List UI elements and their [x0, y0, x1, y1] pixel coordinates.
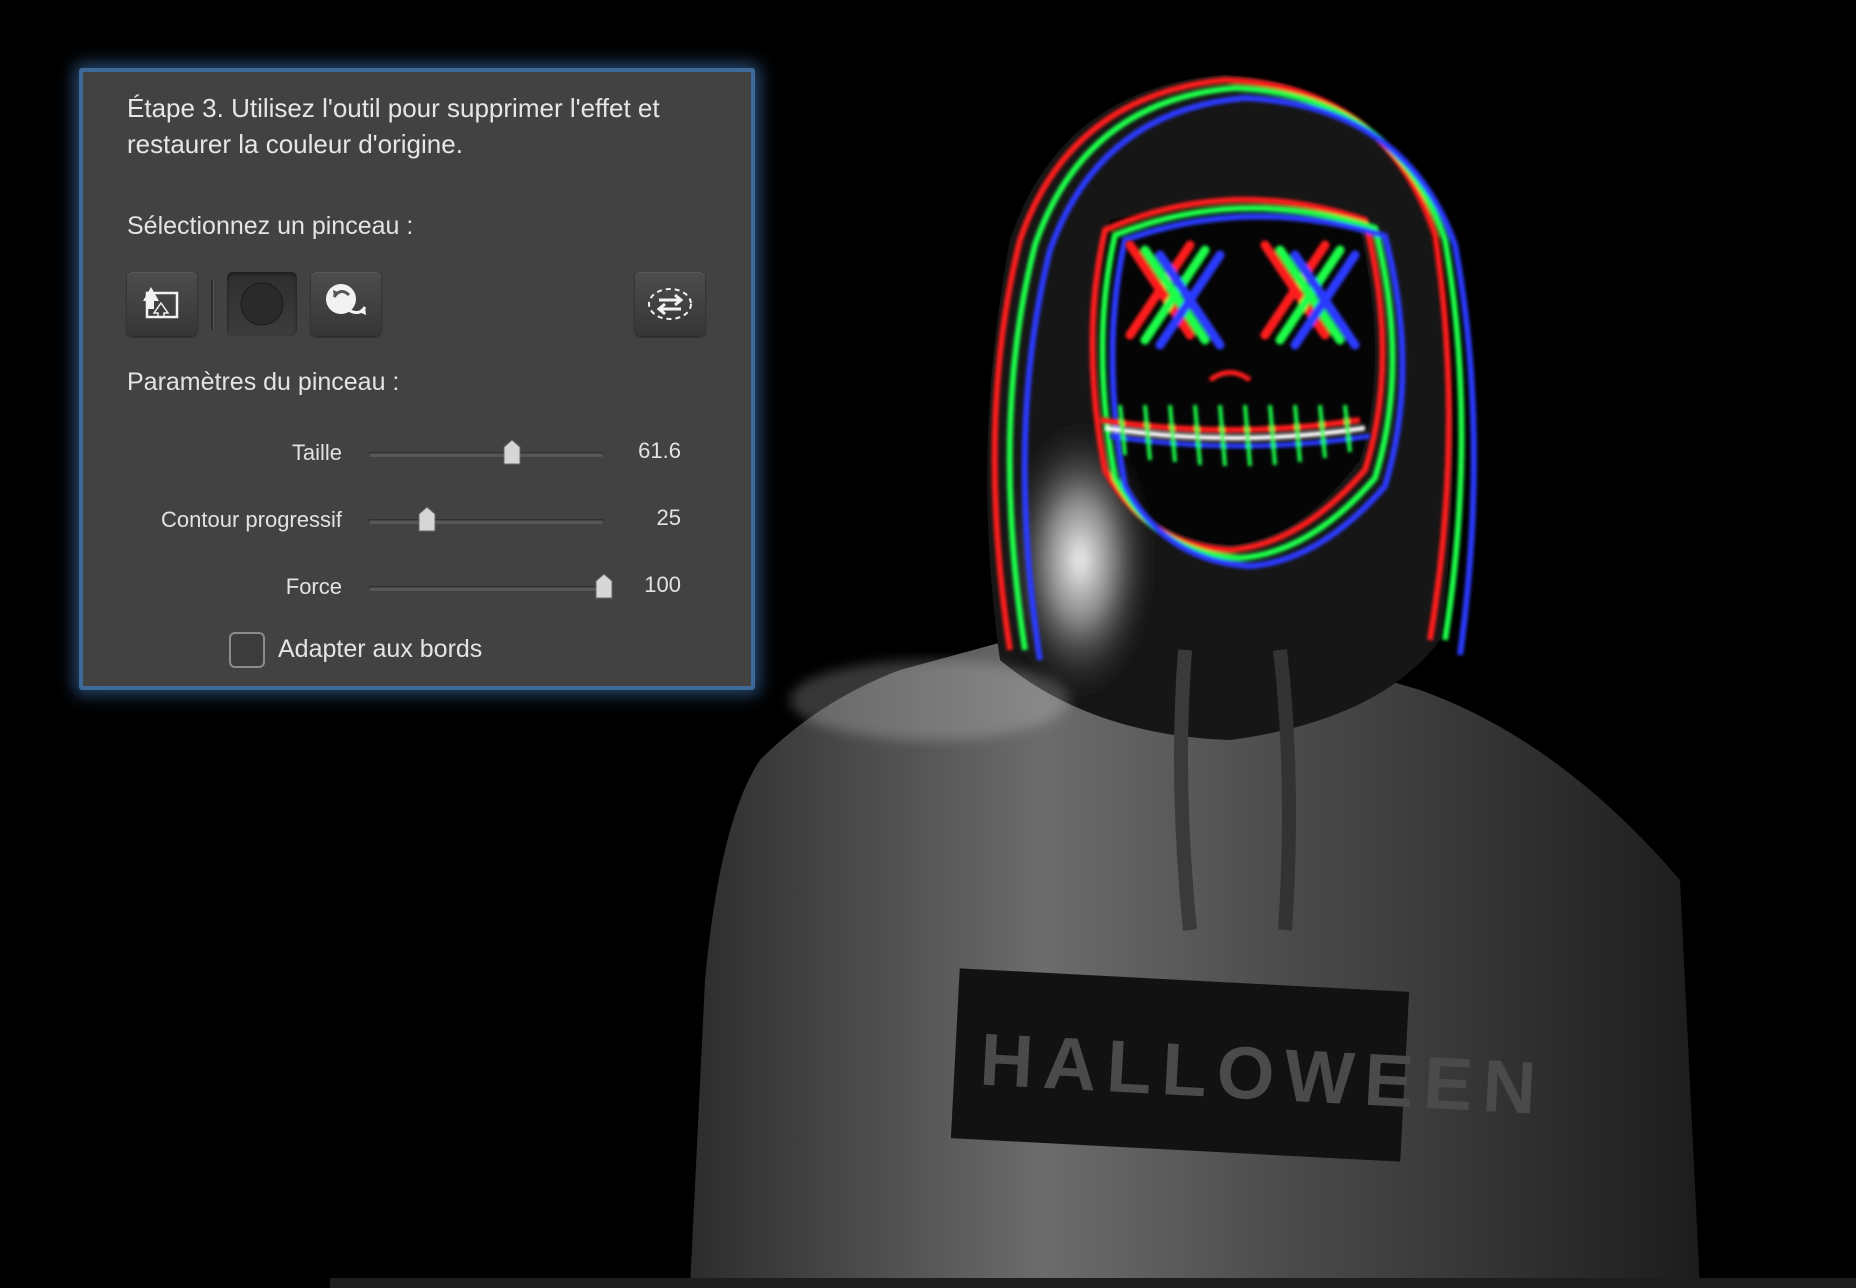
feather-slider-row: Contour progressif 25	[83, 501, 759, 541]
strength-slider[interactable]	[368, 573, 613, 599]
round-brush-button[interactable]	[227, 272, 297, 336]
strength-slider-row: Force 100	[83, 568, 759, 608]
feather-value: 25	[656, 505, 681, 530]
brush-tool-panel: Étape 3. Utilisez l'outil pour supprimer…	[79, 68, 755, 690]
size-label: Taille	[291, 440, 342, 465]
auto-brush-button[interactable]	[127, 272, 197, 336]
brush-toolbar	[127, 272, 707, 336]
restore-brush-icon	[326, 284, 367, 315]
size-value: 61.6	[638, 438, 681, 463]
brush-params-heading: Paramètres du pinceau :	[127, 368, 400, 396]
invert-selection-button[interactable]	[635, 272, 705, 336]
size-slider[interactable]	[368, 439, 604, 465]
feather-label: Contour progressif	[161, 507, 342, 532]
auto-brush-icon	[143, 287, 179, 319]
strength-value: 100	[644, 572, 681, 597]
feather-slider[interactable]	[368, 506, 604, 532]
strength-label: Force	[285, 574, 342, 599]
step-instructions: Étape 3. Utilisez l'outil pour supprimer…	[127, 93, 660, 159]
strength-slider-thumb[interactable]	[594, 573, 614, 599]
brush-select-heading: Sélectionnez un pinceau :	[127, 212, 414, 240]
round-brush-icon	[240, 282, 284, 326]
size-slider-thumb[interactable]	[502, 439, 522, 465]
toolbar-separator	[211, 280, 214, 330]
invert-selection-icon	[648, 288, 692, 320]
feather-slider-thumb[interactable]	[417, 506, 437, 532]
edge-aware-checkbox[interactable]	[229, 632, 265, 668]
restore-brush-button[interactable]	[311, 272, 381, 336]
size-slider-row: Taille 61.6	[83, 434, 759, 474]
bottom-scroll-strip	[330, 1278, 1856, 1288]
edge-aware-label: Adapter aux bords	[278, 635, 483, 663]
